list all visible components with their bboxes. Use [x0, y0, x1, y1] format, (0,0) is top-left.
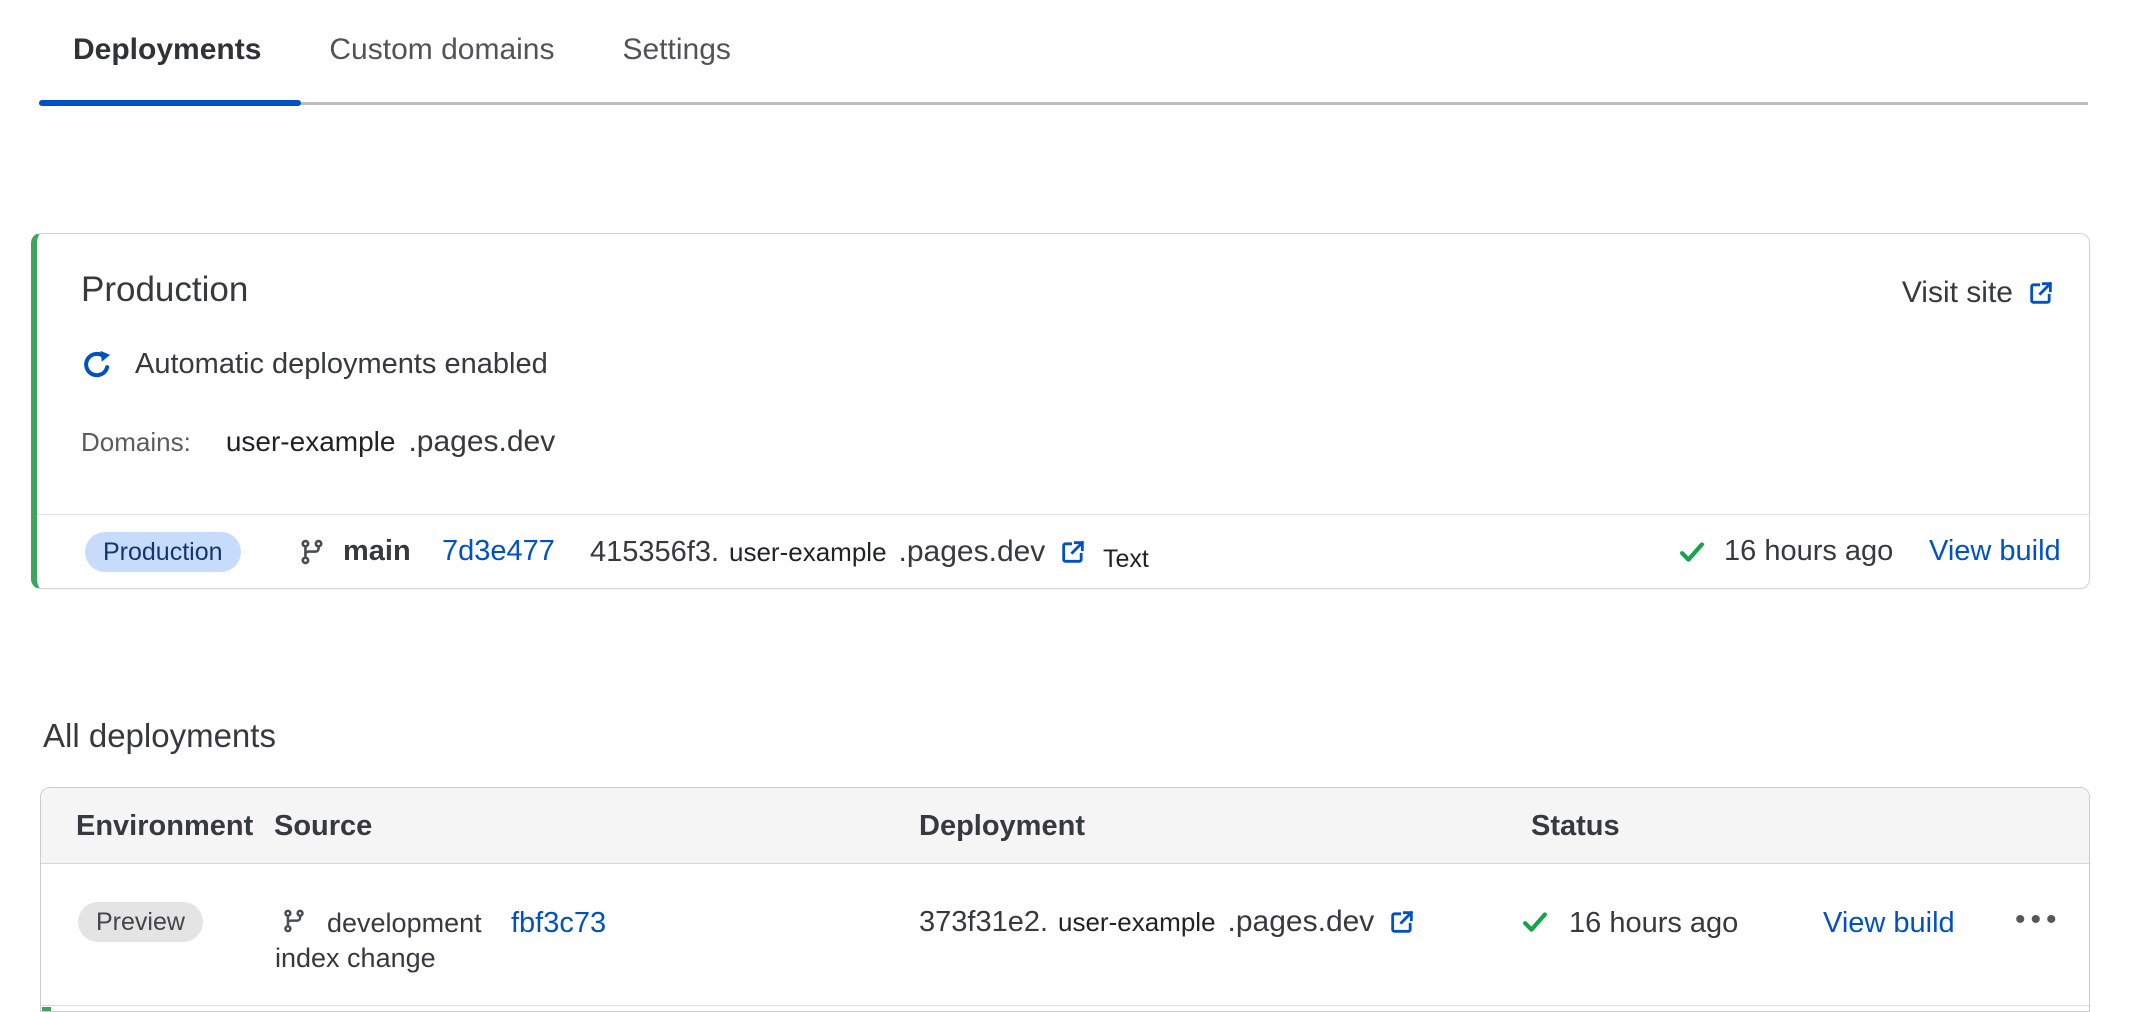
production-card-title: Production: [81, 270, 248, 310]
deployments-table: Environment Source Deployment Status Pre…: [40, 787, 2090, 1012]
external-link-icon: [2027, 279, 2055, 307]
alias-prefix: 373f31e2.: [919, 906, 1048, 939]
refresh-icon: [81, 348, 113, 380]
deployment-alias: 373f31e2. user-example .pages.dev: [919, 901, 1416, 943]
deployment-time: 16 hours ago: [1569, 907, 1738, 940]
domains-label: Domains:: [81, 427, 191, 458]
deployment-time: 16 hours ago: [1724, 535, 1893, 568]
view-build-link[interactable]: View build: [1929, 535, 2061, 568]
git-branch-icon: [298, 538, 326, 566]
ellipsis-icon[interactable]: •••: [2015, 903, 2062, 937]
environment-badge-preview: Preview: [78, 902, 203, 942]
column-header-source: Source: [274, 788, 372, 864]
check-icon: [1521, 908, 1549, 936]
alias-suffix: .pages.dev: [899, 535, 1046, 569]
visit-site-link[interactable]: Visit site: [1902, 276, 2055, 310]
domains-row: Domains: user-example .pages.dev: [81, 424, 555, 460]
column-header-environment: Environment: [76, 788, 253, 864]
tab-bar: Deployments Custom domains Settings: [0, 0, 2132, 108]
environment-badge-production: Production: [85, 532, 241, 572]
column-header-deployment: Deployment: [919, 788, 1085, 864]
tab-settings[interactable]: Settings: [588, 33, 764, 67]
active-tab-indicator: [39, 100, 301, 106]
check-icon: [1678, 538, 1706, 566]
external-link-icon[interactable]: [1059, 538, 1087, 566]
git-branch-icon: [281, 908, 307, 934]
auto-deployments-text: Automatic deployments enabled: [135, 348, 548, 381]
text-annotation: Text: [1103, 545, 1149, 574]
commit-hash-link[interactable]: 7d3e477: [442, 535, 555, 568]
domain-name: user-example: [226, 426, 396, 458]
commit-message: index change: [275, 943, 436, 974]
alias-name: user-example: [1058, 907, 1216, 938]
tab-divider: [39, 102, 2088, 105]
deployment-alias: 415356f3. user-example .pages.dev: [590, 531, 1087, 573]
production-deployment-row: Production main 7d3e477 415356f3. user-e…: [37, 515, 2089, 588]
table-row: Preview development fbf3c73 index change…: [41, 865, 2089, 1006]
tab-custom-domains[interactable]: Custom domains: [295, 33, 588, 67]
alias-name: user-example: [729, 537, 887, 568]
alias-suffix: .pages.dev: [1228, 905, 1375, 939]
commit-hash-link[interactable]: fbf3c73: [511, 907, 606, 940]
branch-name: development: [327, 908, 482, 939]
external-link-icon[interactable]: [1388, 908, 1416, 936]
column-header-status: Status: [1531, 788, 1620, 864]
production-card: Production Visit site Automatic deployme…: [31, 233, 2090, 589]
alias-prefix: 415356f3.: [590, 536, 719, 569]
tab-deployments[interactable]: Deployments: [39, 33, 295, 67]
all-deployments-title: All deployments: [43, 717, 276, 755]
visit-site-label: Visit site: [1902, 276, 2013, 310]
table-header: Environment Source Deployment Status: [41, 788, 2089, 864]
next-row-production-indicator: [42, 1007, 51, 1012]
domain-suffix: .pages.dev: [408, 425, 555, 459]
auto-deployments-row: Automatic deployments enabled: [81, 346, 548, 382]
branch-name: main: [343, 535, 411, 568]
view-build-link[interactable]: View build: [1823, 907, 1955, 940]
